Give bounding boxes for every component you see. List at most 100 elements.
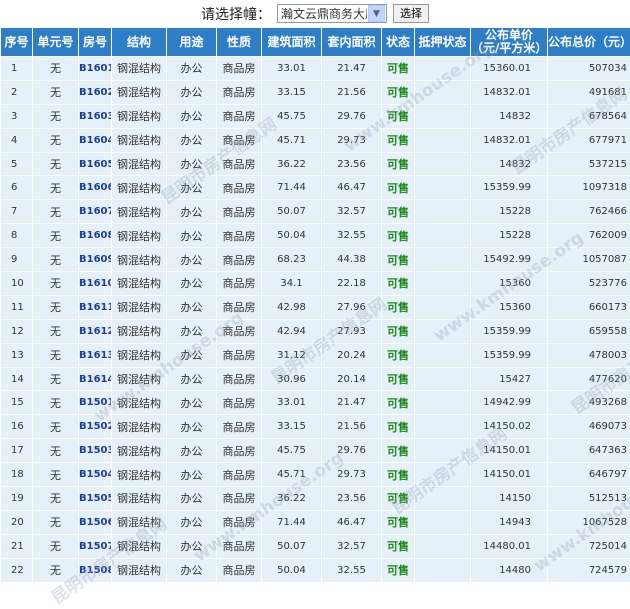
cell-use: 办公	[167, 463, 217, 487]
cell-price: 15359.99	[471, 343, 548, 367]
room-link[interactable]: B1507	[79, 534, 112, 558]
table-row: 8无B1608钢混结构办公商品房50.0432.55可售15228762009	[1, 224, 630, 248]
room-link[interactable]: B1502	[79, 415, 112, 439]
cell-price: 15492.99	[471, 248, 548, 272]
cell-unit: 无	[33, 558, 79, 582]
cell-no: 8	[1, 224, 33, 248]
cell-nature: 商品房	[217, 248, 262, 272]
cell-inner: 29.76	[322, 104, 382, 128]
table-row: 19无B1505钢混结构办公商品房36.2223.56可售14150512513	[1, 487, 630, 511]
cell-no: 11	[1, 295, 33, 319]
room-link[interactable]: B1610	[79, 272, 112, 296]
room-link[interactable]: B1607	[79, 200, 112, 224]
cell-total: 677971	[548, 128, 630, 152]
cell-price: 15228	[471, 200, 548, 224]
room-link[interactable]: B1614	[79, 367, 112, 391]
cell-unit: 无	[33, 319, 79, 343]
cell-total: 678564	[548, 104, 630, 128]
cell-no: 22	[1, 558, 33, 582]
room-link[interactable]: B1506	[79, 510, 112, 534]
cell-inner: 21.47	[322, 391, 382, 415]
cell-total: 725014	[548, 534, 630, 558]
select-button[interactable]: 选择	[393, 4, 429, 23]
table-row: 1无B1601钢混结构办公商品房33.0121.47可售15360.015070…	[1, 57, 630, 81]
room-link[interactable]: B1504	[79, 463, 112, 487]
cell-area: 68.23	[262, 248, 322, 272]
cell-area: 50.04	[262, 224, 322, 248]
cell-no: 13	[1, 343, 33, 367]
cell-no: 9	[1, 248, 33, 272]
cell-area: 42.98	[262, 295, 322, 319]
header-col-nature: 性质	[217, 28, 262, 57]
cell-status: 可售	[382, 80, 415, 104]
room-link[interactable]: B1501	[79, 391, 112, 415]
header-col-total-price: 公布总价（元）	[548, 28, 630, 57]
cell-area: 33.01	[262, 391, 322, 415]
cell-use: 办公	[167, 248, 217, 272]
cell-mortgage	[415, 272, 471, 296]
room-link[interactable]: B1601	[79, 57, 112, 81]
cell-status: 可售	[382, 152, 415, 176]
cell-struct: 钢混结构	[112, 176, 167, 200]
cell-area: 31.12	[262, 343, 322, 367]
cell-struct: 钢混结构	[112, 272, 167, 296]
cell-area: 71.44	[262, 510, 322, 534]
cell-nature: 商品房	[217, 558, 262, 582]
cell-no: 3	[1, 104, 33, 128]
cell-no: 19	[1, 487, 33, 511]
cell-nature: 商品房	[217, 415, 262, 439]
room-link[interactable]: B1505	[79, 487, 112, 511]
selector-prompt: 请选择幢：	[201, 4, 271, 24]
room-link[interactable]: B1602	[79, 80, 112, 104]
cell-unit: 无	[33, 128, 79, 152]
cell-no: 1	[1, 57, 33, 81]
cell-status: 可售	[382, 272, 415, 296]
cell-inner: 32.55	[322, 558, 382, 582]
cell-no: 20	[1, 510, 33, 534]
room-link[interactable]: B1611	[79, 295, 112, 319]
room-link[interactable]: B1604	[79, 128, 112, 152]
cell-price: 15427	[471, 367, 548, 391]
cell-mortgage	[415, 200, 471, 224]
room-link[interactable]: B1606	[79, 176, 112, 200]
room-link[interactable]: B1609	[79, 248, 112, 272]
cell-nature: 商品房	[217, 272, 262, 296]
cell-nature: 商品房	[217, 487, 262, 511]
cell-unit: 无	[33, 295, 79, 319]
cell-mortgage	[415, 295, 471, 319]
room-link[interactable]: B1508	[79, 558, 112, 582]
cell-struct: 钢混结构	[112, 463, 167, 487]
cell-inner: 21.56	[322, 80, 382, 104]
room-link[interactable]: B1612	[79, 319, 112, 343]
header-col-mortgage: 抵押状态	[415, 28, 471, 57]
cell-use: 办公	[167, 415, 217, 439]
header-col-inner-area: 套内面积	[322, 28, 382, 57]
room-link[interactable]: B1503	[79, 439, 112, 463]
cell-no: 14	[1, 367, 33, 391]
table-row: 2无B1602钢混结构办公商品房33.1521.56可售14832.014916…	[1, 80, 630, 104]
room-link[interactable]: B1605	[79, 152, 112, 176]
cell-status: 可售	[382, 176, 415, 200]
cell-nature: 商品房	[217, 295, 262, 319]
cell-use: 办公	[167, 319, 217, 343]
cell-unit: 无	[33, 391, 79, 415]
chevron-down-icon[interactable]: ▼	[368, 5, 385, 22]
cell-use: 办公	[167, 152, 217, 176]
cell-struct: 钢混结构	[112, 319, 167, 343]
cell-total: 762009	[548, 224, 630, 248]
room-link[interactable]: B1613	[79, 343, 112, 367]
cell-price: 14480	[471, 558, 548, 582]
cell-total: 646797	[548, 463, 630, 487]
cell-unit: 无	[33, 367, 79, 391]
room-link[interactable]: B1608	[79, 224, 112, 248]
building-select[interactable]: 瀚文云鼎商务大厦 ▼	[277, 4, 387, 23]
cell-use: 办公	[167, 57, 217, 81]
cell-price: 14480.01	[471, 534, 548, 558]
room-link[interactable]: B1603	[79, 104, 112, 128]
cell-total: 659558	[548, 319, 630, 343]
cell-unit: 无	[33, 104, 79, 128]
table-row: 7无B1607钢混结构办公商品房50.0732.57可售15228762466	[1, 200, 630, 224]
cell-inner: 23.56	[322, 487, 382, 511]
cell-mortgage	[415, 343, 471, 367]
cell-struct: 钢混结构	[112, 200, 167, 224]
